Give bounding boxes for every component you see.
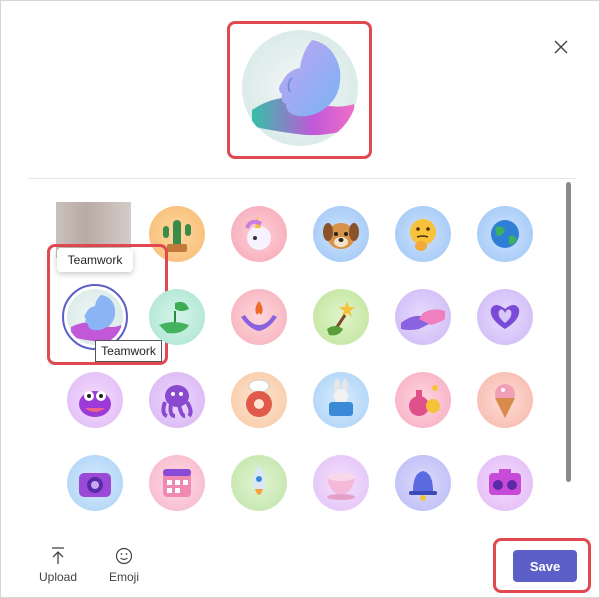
calendar-avatar[interactable]	[149, 455, 205, 511]
octopus-avatar[interactable]	[149, 372, 205, 428]
tooltip: Teamwork	[57, 248, 133, 272]
emoji-label: Emoji	[109, 570, 140, 584]
close-icon	[554, 40, 568, 54]
potion-avatar[interactable]	[395, 372, 451, 428]
handshake-avatar[interactable]	[395, 289, 451, 345]
emoji-button[interactable]: Emoji	[109, 546, 139, 584]
upload-button[interactable]: Upload	[39, 546, 77, 584]
rocket-avatar[interactable]	[231, 455, 287, 511]
bunny-hat-avatar[interactable]	[313, 372, 369, 428]
teacup-avatar[interactable]	[313, 455, 369, 511]
monster-avatar[interactable]	[67, 372, 123, 428]
bell-avatar[interactable]	[395, 455, 451, 511]
divider	[28, 178, 576, 179]
emoji-icon	[115, 547, 133, 565]
fire-hands-avatar[interactable]	[231, 289, 287, 345]
dog-avatar[interactable]	[313, 206, 369, 262]
upload-icon	[52, 547, 65, 564]
avatar-preview	[242, 30, 358, 146]
save-button[interactable]: Save	[513, 550, 577, 582]
teamwork-avatar[interactable]	[67, 289, 123, 345]
close-button[interactable]	[551, 37, 571, 57]
avatar-picker-dialog: Teamwork Teamwork Upload Emoji Save	[0, 0, 600, 598]
thinking-face-avatar[interactable]	[395, 206, 451, 262]
selected-label: Teamwork	[95, 340, 162, 362]
camera-avatar[interactable]	[67, 455, 123, 511]
donut-chef-avatar[interactable]	[231, 372, 287, 428]
unicorn-avatar[interactable]	[231, 206, 287, 262]
boombox-avatar[interactable]	[477, 455, 533, 511]
upload-label: Upload	[39, 570, 78, 584]
scrollbar[interactable]	[566, 182, 571, 482]
ice-cream-avatar[interactable]	[477, 372, 533, 428]
globe-avatar[interactable]	[477, 206, 533, 262]
plant-hand-avatar[interactable]	[149, 289, 205, 345]
heart-hands-avatar[interactable]	[477, 289, 533, 345]
wand-avatar[interactable]	[313, 289, 369, 345]
